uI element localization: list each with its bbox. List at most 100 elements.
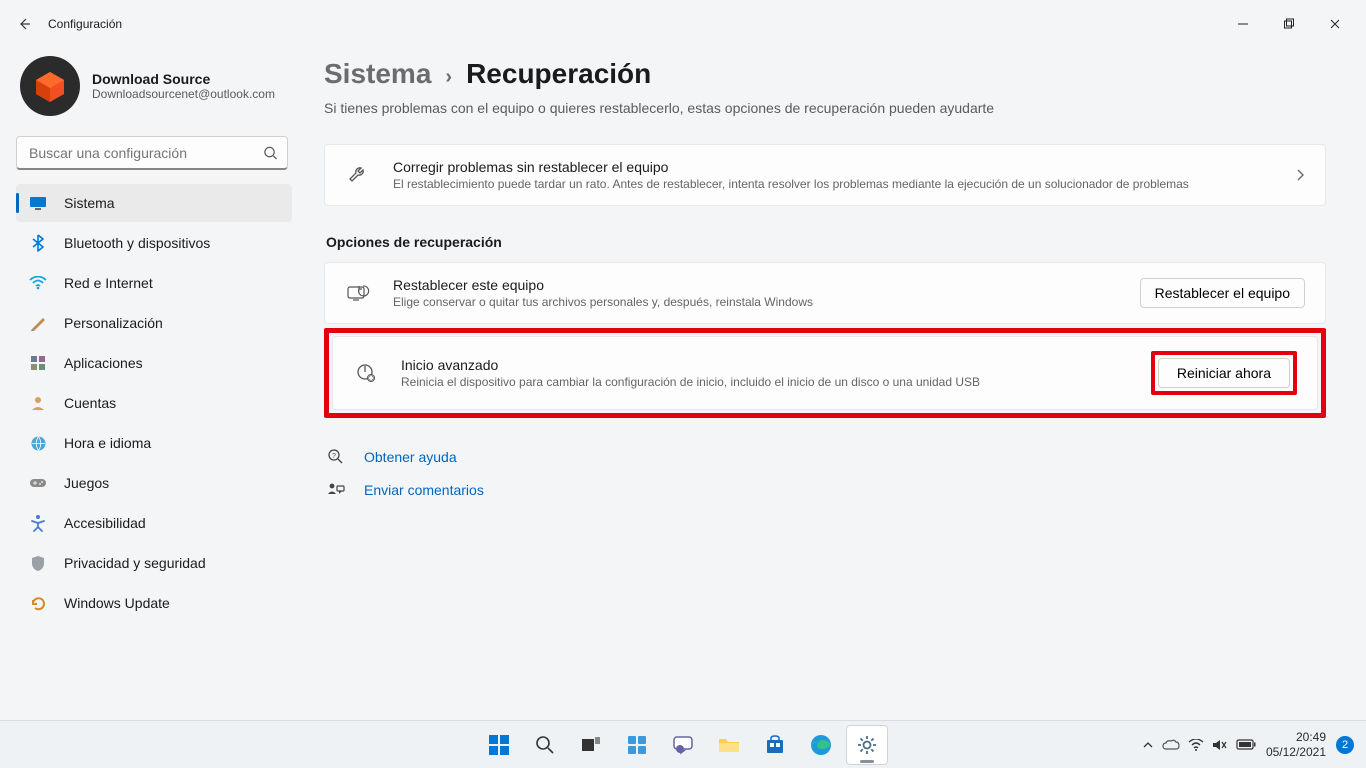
back-button[interactable]	[8, 8, 40, 40]
feedback-link[interactable]: Enviar comentarios	[364, 482, 484, 498]
sidebar-item-label: Bluetooth y dispositivos	[64, 235, 210, 251]
taskbar: 20:49 05/12/2021 2	[0, 720, 1366, 768]
breadcrumb: Sistema › Recuperación	[324, 58, 1326, 90]
sidebar-item-label: Accesibilidad	[64, 515, 146, 531]
widgets-button[interactable]	[616, 725, 658, 765]
chevron-right-icon: ›	[445, 66, 452, 89]
page-intro: Si tienes problemas con el equipo o quie…	[324, 100, 1326, 116]
maximize-button[interactable]	[1266, 8, 1312, 40]
update-icon	[28, 595, 48, 612]
restart-now-button[interactable]: Reiniciar ahora	[1158, 358, 1290, 388]
nav-list: Sistema Bluetooth y dispositivos Red e I…	[16, 184, 292, 622]
wifi-icon	[28, 276, 48, 290]
date-text: 05/12/2021	[1266, 745, 1326, 759]
card-title: Restablecer este equipo	[393, 277, 1118, 293]
card-title: Inicio avanzado	[401, 357, 1129, 373]
explorer-button[interactable]	[708, 725, 750, 765]
sidebar-item-juegos[interactable]: Juegos	[16, 464, 292, 502]
profile-email: Downloadsourcenet@outlook.com	[92, 87, 275, 101]
avatar	[20, 56, 80, 116]
sidebar-item-cuentas[interactable]: Cuentas	[16, 384, 292, 422]
get-help-row: ? Obtener ayuda	[324, 440, 1326, 474]
globe-icon	[28, 435, 48, 452]
sidebar-item-label: Personalización	[64, 315, 163, 331]
titlebar: Configuración	[0, 0, 1366, 48]
sidebar-item-label: Privacidad y seguridad	[64, 555, 206, 571]
card-desc: Elige conservar o quitar tus archivos pe…	[393, 295, 1118, 309]
sidebar-item-label: Cuentas	[64, 395, 116, 411]
brush-icon	[28, 314, 48, 332]
page-title: Recuperación	[466, 58, 651, 90]
help-icon: ?	[326, 448, 346, 466]
card-desc: Reinicia el dispositivo para cambiar la …	[401, 375, 1129, 389]
sidebar-item-label: Windows Update	[64, 595, 170, 611]
feedback-icon	[326, 482, 346, 498]
clock[interactable]: 20:49 05/12/2021	[1266, 730, 1326, 759]
profile-name: Download Source	[92, 71, 275, 87]
settings-button[interactable]	[846, 725, 888, 765]
search-input[interactable]	[16, 136, 288, 170]
card-title: Corregir problemas sin restablecer el eq…	[393, 159, 1273, 175]
person-icon	[28, 395, 48, 411]
sidebar-item-personalizacion[interactable]: Personalización	[16, 304, 292, 342]
fix-problems-card[interactable]: Corregir problemas sin restablecer el eq…	[324, 144, 1326, 206]
taskbar-tray: 20:49 05/12/2021 2	[1142, 721, 1366, 768]
wrench-icon	[345, 164, 371, 186]
advanced-startup-card: Inicio avanzado Reinicia el dispositivo …	[332, 336, 1318, 410]
window-title: Configuración	[48, 17, 122, 31]
sidebar-item-label: Hora e idioma	[64, 435, 151, 451]
notification-badge[interactable]: 2	[1336, 736, 1354, 754]
chevron-right-icon	[1295, 168, 1305, 182]
bluetooth-icon	[28, 234, 48, 252]
accessibility-icon	[28, 514, 48, 532]
shield-icon	[28, 555, 48, 572]
reset-pc-button[interactable]: Restablecer el equipo	[1140, 278, 1305, 308]
chat-button[interactable]	[662, 725, 704, 765]
gamepad-icon	[28, 477, 48, 489]
reset-icon	[345, 283, 371, 303]
highlighted-region: Inicio avanzado Reinicia el dispositivo …	[324, 328, 1326, 418]
sidebar-item-label: Aplicaciones	[64, 355, 143, 371]
content-area: Sistema › Recuperación Si tienes problem…	[300, 48, 1366, 720]
reset-pc-card: Restablecer este equipo Elige conservar …	[324, 262, 1326, 324]
profile-block[interactable]: Download Source Downloadsourcenet@outloo…	[16, 48, 292, 132]
svg-text:?: ?	[332, 453, 336, 460]
minimize-button[interactable]	[1220, 8, 1266, 40]
display-icon	[28, 196, 48, 210]
sidebar-item-aplicaciones[interactable]: Aplicaciones	[16, 344, 292, 382]
volume-icon[interactable]	[1212, 738, 1228, 752]
battery-icon[interactable]	[1236, 739, 1256, 750]
get-help-link[interactable]: Obtener ayuda	[364, 449, 457, 465]
power-gear-icon	[353, 362, 379, 384]
card-desc: El restablecimiento puede tardar un rato…	[393, 177, 1273, 191]
onedrive-icon[interactable]	[1162, 739, 1180, 751]
search-box	[16, 136, 288, 170]
sidebar-item-red[interactable]: Red e Internet	[16, 264, 292, 302]
section-title: Opciones de recuperación	[326, 234, 1326, 250]
sidebar-item-label: Sistema	[64, 195, 115, 211]
task-view-button[interactable]	[570, 725, 612, 765]
sidebar-item-sistema[interactable]: Sistema	[16, 184, 292, 222]
sidebar: Download Source Downloadsourcenet@outloo…	[0, 48, 300, 720]
sidebar-item-privacidad[interactable]: Privacidad y seguridad	[16, 544, 292, 582]
sidebar-item-label: Juegos	[64, 475, 109, 491]
overflow-icon[interactable]	[1142, 739, 1154, 751]
sidebar-item-label: Red e Internet	[64, 275, 153, 291]
time-text: 20:49	[1266, 730, 1326, 744]
close-button[interactable]	[1312, 8, 1358, 40]
start-button[interactable]	[478, 725, 520, 765]
breadcrumb-parent[interactable]: Sistema	[324, 58, 431, 90]
button-highlight: Reiniciar ahora	[1151, 351, 1297, 395]
search-icon	[263, 146, 278, 161]
search-button[interactable]	[524, 725, 566, 765]
store-button[interactable]	[754, 725, 796, 765]
feedback-row: Enviar comentarios	[324, 474, 1326, 506]
sidebar-item-bluetooth[interactable]: Bluetooth y dispositivos	[16, 224, 292, 262]
wifi-tray-icon[interactable]	[1188, 739, 1204, 751]
sidebar-item-hora[interactable]: Hora e idioma	[16, 424, 292, 462]
sidebar-item-update[interactable]: Windows Update	[16, 584, 292, 622]
apps-icon	[28, 355, 48, 371]
sidebar-item-accesibilidad[interactable]: Accesibilidad	[16, 504, 292, 542]
edge-button[interactable]	[800, 725, 842, 765]
taskbar-center	[478, 721, 888, 768]
